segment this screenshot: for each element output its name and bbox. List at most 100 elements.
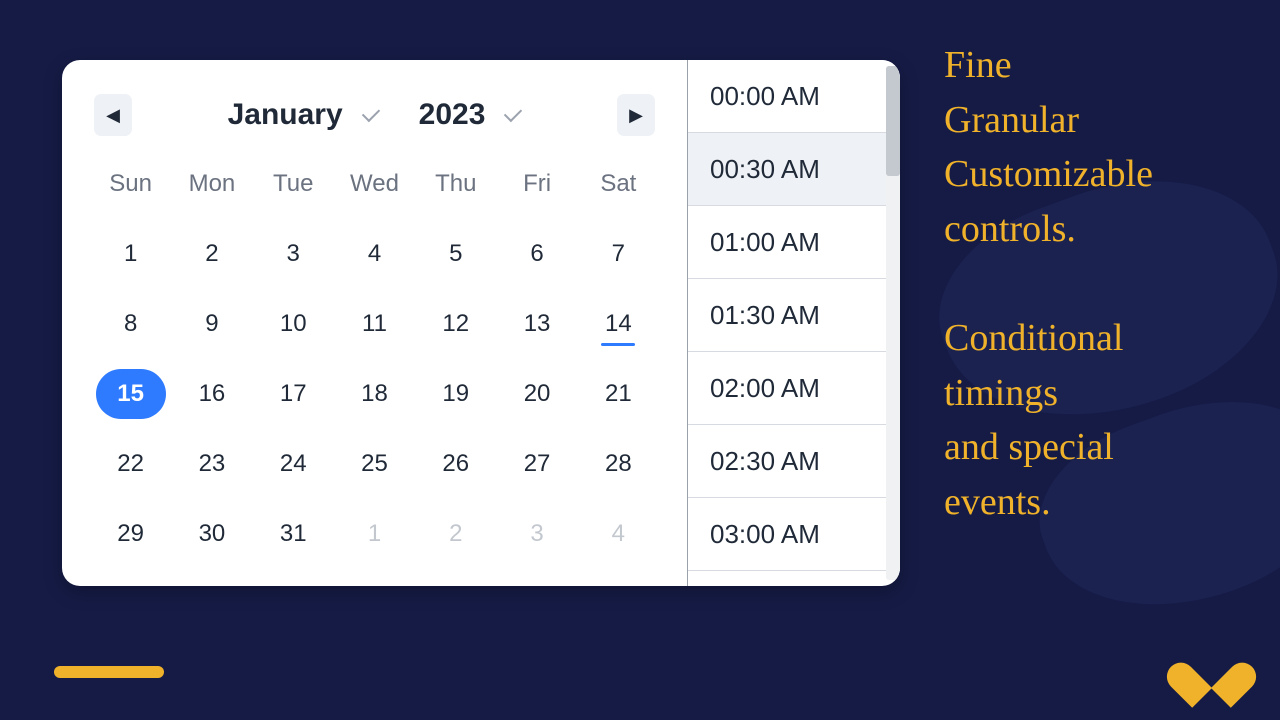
copy-line: Conditional	[944, 317, 1123, 359]
day-number: 27	[524, 450, 551, 478]
day-number: 19	[442, 380, 469, 408]
calendar-day[interactable]: 2	[171, 230, 252, 278]
calendar-day[interactable]: 1	[90, 230, 171, 278]
scrollbar-thumb[interactable]	[886, 66, 900, 176]
day-number: 24	[280, 450, 307, 478]
day-number: 6	[530, 240, 543, 268]
copy-line: Granular	[944, 99, 1079, 141]
year-select[interactable]: 2023	[419, 98, 522, 132]
calendar-day[interactable]: 25	[334, 440, 415, 488]
copy-line: Fine	[944, 44, 1012, 86]
time-slot[interactable]: 00:30 AM	[688, 133, 900, 206]
calendar-day-next-month[interactable]: 1	[334, 510, 415, 558]
calendar-day[interactable]: 22	[90, 440, 171, 488]
calendar-day[interactable]: 20	[496, 370, 577, 418]
day-number: 7	[612, 240, 625, 268]
calendar-day[interactable]: 14	[578, 300, 659, 348]
datetime-picker-card: ◀ January 2023 ▶ SunMonTueWedThuFriSat12…	[62, 60, 900, 586]
time-slot[interactable]: 02:00 AM	[688, 352, 900, 425]
time-slot[interactable]: 00:00 AM	[688, 60, 900, 133]
next-month-button[interactable]: ▶	[617, 94, 655, 136]
marketing-copy: Fine Granular Customizable controls. Con…	[944, 38, 1244, 584]
calendar-header: ◀ January 2023 ▶	[90, 94, 659, 136]
time-slot[interactable]: 03:00 AM	[688, 498, 900, 571]
month-year-display: January 2023	[228, 98, 522, 132]
time-list: 00:00 AM00:30 AM01:00 AM01:30 AM02:00 AM…	[688, 60, 900, 586]
copy-line: and special	[944, 426, 1114, 468]
day-number: 30	[199, 520, 226, 548]
day-number: 3	[287, 240, 300, 268]
day-number: 18	[361, 380, 388, 408]
weekday-header: Sun	[90, 170, 171, 208]
day-number: 15	[96, 369, 166, 419]
calendar-grid: SunMonTueWedThuFriSat1234567891011121314…	[90, 170, 659, 558]
day-number: 26	[442, 450, 469, 478]
weekday-header: Sat	[578, 170, 659, 208]
calendar-day[interactable]: 28	[578, 440, 659, 488]
time-column: 00:00 AM00:30 AM01:00 AM01:30 AM02:00 AM…	[688, 60, 900, 586]
calendar-day[interactable]: 29	[90, 510, 171, 558]
day-number: 8	[124, 310, 137, 338]
calendar-day[interactable]: 3	[253, 230, 334, 278]
calendar-day[interactable]: 30	[171, 510, 252, 558]
year-label: 2023	[419, 98, 486, 132]
weekday-header: Mon	[171, 170, 252, 208]
day-number: 29	[117, 520, 144, 548]
chevron-right-icon: ▶	[629, 105, 643, 126]
day-number: 10	[280, 310, 307, 338]
calendar-day[interactable]: 27	[496, 440, 577, 488]
calendar-day-next-month[interactable]: 4	[578, 510, 659, 558]
calendar-day[interactable]: 21	[578, 370, 659, 418]
weekday-header: Fri	[496, 170, 577, 208]
calendar-day-next-month[interactable]: 3	[496, 510, 577, 558]
day-number: 14	[605, 310, 632, 338]
calendar-day[interactable]: 7	[578, 230, 659, 278]
calendar-day[interactable]: 26	[415, 440, 496, 488]
time-slot[interactable]: 01:30 AM	[688, 279, 900, 352]
day-number: 11	[362, 310, 387, 338]
time-slot[interactable]: 01:00 AM	[688, 206, 900, 279]
day-number: 28	[605, 450, 632, 478]
calendar-day[interactable]: 31	[253, 510, 334, 558]
calendar-day[interactable]: 17	[253, 370, 334, 418]
calendar-day[interactable]: 10	[253, 300, 334, 348]
chevron-down-icon	[504, 104, 522, 122]
chevron-down-icon	[361, 104, 379, 122]
weekday-header: Tue	[253, 170, 334, 208]
calendar-day[interactable]: 23	[171, 440, 252, 488]
calendar-day-next-month[interactable]: 2	[415, 510, 496, 558]
calendar-day[interactable]: 12	[415, 300, 496, 348]
calendar-day[interactable]: 5	[415, 230, 496, 278]
calendar-day[interactable]: 8	[90, 300, 171, 348]
calendar-panel: ◀ January 2023 ▶ SunMonTueWedThuFriSat12…	[62, 60, 688, 586]
calendar-day-selected[interactable]: 15	[90, 370, 171, 418]
weekday-header: Wed	[334, 170, 415, 208]
calendar-day[interactable]: 11	[334, 300, 415, 348]
day-number: 2	[449, 520, 462, 548]
day-number: 16	[199, 380, 226, 408]
chevron-left-icon: ◀	[106, 105, 120, 126]
calendar-day[interactable]: 24	[253, 440, 334, 488]
day-number: 20	[524, 380, 551, 408]
month-label: January	[228, 98, 343, 132]
calendar-day[interactable]: 13	[496, 300, 577, 348]
day-number: 5	[449, 240, 462, 268]
calendar-day[interactable]: 19	[415, 370, 496, 418]
time-slot[interactable]: 02:30 AM	[688, 425, 900, 498]
weekday-header: Thu	[415, 170, 496, 208]
month-select[interactable]: January	[228, 98, 379, 132]
prev-month-button[interactable]: ◀	[94, 94, 132, 136]
copy-line: timings	[944, 372, 1058, 414]
day-number: 31	[280, 520, 307, 548]
day-number: 4	[368, 240, 381, 268]
calendar-day[interactable]: 9	[171, 300, 252, 348]
calendar-day[interactable]: 6	[496, 230, 577, 278]
calendar-day[interactable]: 18	[334, 370, 415, 418]
time-scrollbar[interactable]	[886, 66, 900, 580]
heart-icon	[1184, 644, 1238, 692]
day-number: 4	[612, 520, 625, 548]
calendar-day[interactable]: 4	[334, 230, 415, 278]
day-number: 23	[199, 450, 226, 478]
day-number: 9	[205, 310, 218, 338]
calendar-day[interactable]: 16	[171, 370, 252, 418]
